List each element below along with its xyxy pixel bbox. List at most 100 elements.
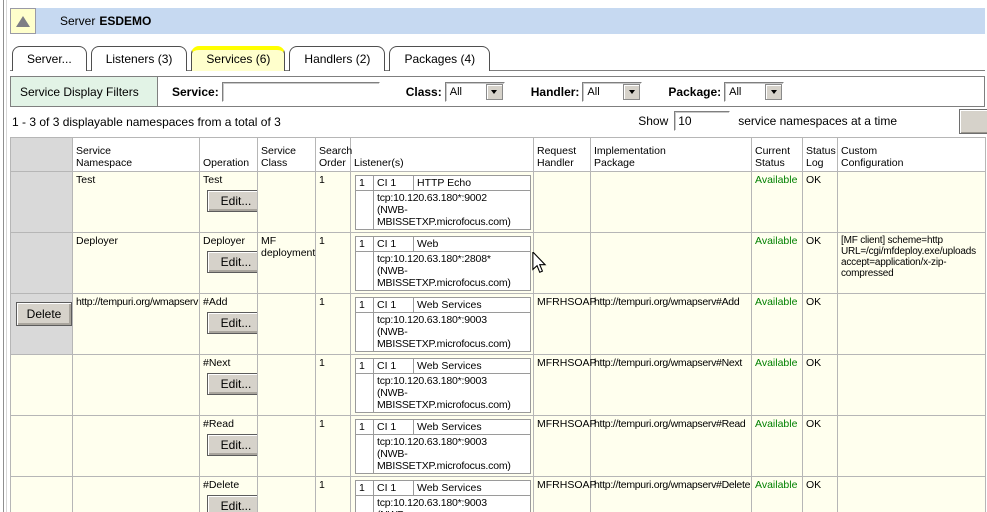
listener-name: Web Services (414, 481, 531, 496)
package-filter-select[interactable]: All (724, 82, 784, 102)
class-filter-label: Class: (406, 85, 442, 99)
namespace-cell (73, 416, 200, 477)
implementation-package-cell (591, 172, 752, 233)
listener-number: 1 (356, 481, 374, 496)
listener-name: Web (414, 237, 531, 252)
package-dropdown-button[interactable] (765, 84, 782, 100)
filter-bar: Service Display Filters Service: Class: … (10, 76, 985, 107)
service-filter-input[interactable] (222, 82, 380, 102)
table-row: Deployer Deployer Edit... MF deployment … (11, 233, 986, 294)
listener-strip (356, 313, 374, 352)
operation-name: #Delete (203, 479, 239, 491)
show-count-group: Show service namespaces at a time (638, 111, 897, 131)
custom-config-cell (838, 416, 986, 477)
package-filter-label: Package: (668, 85, 721, 99)
server-title-bar: Server ESDEMO (36, 8, 985, 34)
listener-strip (356, 435, 374, 474)
listener-address-cell: tcp:10.120.63.180*:2808* (NWB-MBISSETXP.… (374, 252, 531, 291)
listener-address: tcp:10.120.63.180*:9003 (377, 375, 527, 387)
request-handler-cell: MFRHSOAP (534, 294, 591, 355)
listener-conversation: CI 1 (374, 420, 414, 435)
operation-cell: Deployer Edit... (200, 233, 258, 294)
search-order-cell: 1 (316, 233, 351, 294)
class-filter-select[interactable]: All (445, 82, 505, 102)
listener-host: (NWB-MBISSETXP.microfocus.com) (377, 204, 527, 228)
dropdown-arrow-icon (629, 90, 635, 97)
column-header-listeners: Listener(s) (351, 138, 534, 172)
implementation-package-cell: http://tempuri.org/wmapserv#Read (591, 416, 752, 477)
delete-button[interactable]: Delete (16, 302, 72, 326)
listener-host: (NWB-MBISSETXP.microfocus.com) (377, 448, 527, 472)
column-header-impl-package: Implementation Package (591, 138, 752, 172)
status-log-cell: OK (803, 416, 838, 477)
edit-button[interactable]: Edit... (207, 312, 265, 334)
table-header-row: Service Namespace Operation Service Clas… (11, 138, 986, 172)
custom-config-cell (838, 355, 986, 416)
listener-conversation: CI 1 (374, 359, 414, 374)
results-summary: 1 - 3 of 3 displayable namespaces from a… (12, 115, 281, 129)
tab-services[interactable]: Services (6) (191, 46, 285, 71)
listener-box: 1 CI 1 Web tcp:10.120.63.180*:2808* (NWB… (355, 236, 531, 291)
collapse-button[interactable] (10, 8, 36, 34)
listener-address: tcp:10.120.63.180*:2808* (377, 253, 527, 265)
operation-cell: Test Edit... (200, 172, 258, 233)
tab-listeners[interactable]: Listeners (3) (91, 46, 188, 71)
server-header: Server ESDEMO (10, 8, 985, 34)
main-content: Server ESDEMO Server... Listeners (3) Se… (10, 8, 985, 512)
request-handler-cell (534, 233, 591, 294)
implementation-package-cell: http://tempuri.org/wmapserv#Delete (591, 477, 752, 512)
edit-button[interactable]: Edit... (207, 251, 265, 273)
service-class-cell (258, 416, 316, 477)
actions-cell (11, 233, 73, 294)
edit-button[interactable]: Edit... (207, 373, 265, 395)
show-count-input[interactable] (674, 111, 730, 131)
column-header-status-log: Status Log (803, 138, 838, 172)
edit-button[interactable]: Edit... (207, 434, 265, 456)
actions-cell: Delete (11, 294, 73, 355)
tab-packages[interactable]: Packages (4) (389, 46, 490, 71)
dropdown-arrow-icon (491, 90, 497, 97)
edit-button[interactable]: Edit... (207, 495, 265, 512)
status-log-cell: OK (803, 477, 838, 512)
filter-panel-title: Service Display Filters (11, 77, 158, 106)
listener-number: 1 (356, 237, 374, 252)
class-dropdown-button[interactable] (486, 84, 503, 100)
listeners-cell: 1 CI 1 Web Services tcp:10.120.63.180*:9… (351, 477, 534, 512)
handler-filter-select[interactable]: All (582, 82, 642, 102)
listener-host: (NWB-MBISSETXP.microfocus.com) (377, 265, 527, 289)
listener-conversation: CI 1 (374, 481, 414, 496)
request-handler-cell: MFRHSOAP (534, 416, 591, 477)
listener-address-cell: tcp:10.120.63.180*:9003 (NWB-MBISSETXP.m… (374, 374, 531, 413)
tab-strip: Server... Listeners (3) Services (6) Han… (10, 43, 985, 71)
show-suffix: service namespaces at a time (738, 114, 897, 128)
listener-conversation: CI 1 (374, 298, 414, 313)
column-header-service-class: Service Class (258, 138, 316, 172)
listeners-cell: 1 CI 1 Web Services tcp:10.120.63.180*:9… (351, 355, 534, 416)
collapse-triangle-icon (16, 16, 30, 27)
listener-box: 1 CI 1 Web Services tcp:10.120.63.180*:9… (355, 480, 531, 512)
listener-strip (356, 191, 374, 230)
paging-button[interactable] (959, 109, 987, 134)
listener-name: Web Services (414, 359, 531, 374)
listeners-cell: 1 CI 1 Web Services tcp:10.120.63.180*:9… (351, 416, 534, 477)
tab-server[interactable]: Server... (12, 46, 87, 71)
request-handler-cell (534, 172, 591, 233)
handler-dropdown-button[interactable] (623, 84, 640, 100)
class-filter-value: All (446, 86, 486, 98)
search-order-cell: 1 (316, 477, 351, 512)
listener-number: 1 (356, 298, 374, 313)
current-status-cell: Available (752, 294, 803, 355)
search-order-cell: 1 (316, 355, 351, 416)
operation-cell: #Next Edit... (200, 355, 258, 416)
table-row: #Delete Edit... 1 1 CI 1 Web Services tc… (11, 477, 986, 512)
listener-name: Web Services (414, 298, 531, 313)
tab-handlers[interactable]: Handlers (2) (289, 46, 385, 71)
actions-cell (11, 355, 73, 416)
namespace-cell (73, 355, 200, 416)
paging-row: 1 - 3 of 3 displayable namespaces from a… (10, 107, 985, 137)
listener-number: 1 (356, 359, 374, 374)
edit-button[interactable]: Edit... (207, 190, 265, 212)
search-order-cell: 1 (316, 416, 351, 477)
current-status-cell: Available (752, 172, 803, 233)
listener-host: (NWB-MBISSETXP.microfocus.com) (377, 326, 527, 350)
